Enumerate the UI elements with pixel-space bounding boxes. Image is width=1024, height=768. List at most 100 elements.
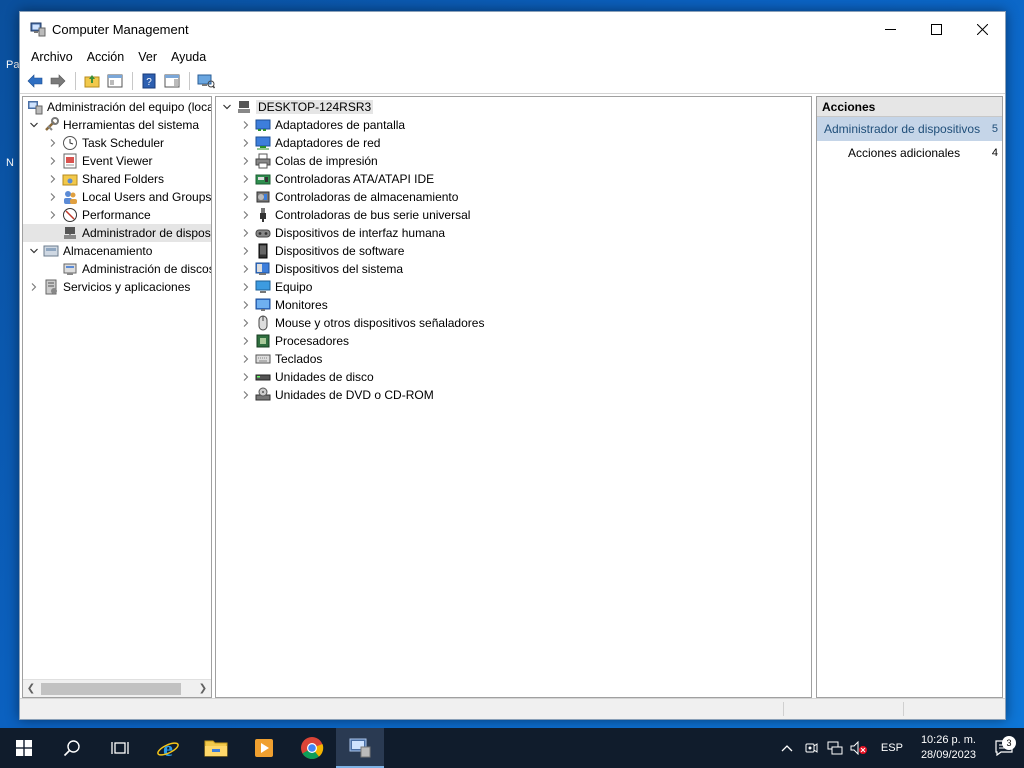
tree-item-services[interactable]: Servicios y aplicaciones bbox=[23, 278, 211, 296]
chevron-right-icon[interactable] bbox=[46, 136, 60, 150]
device-category[interactable]: Dispositivos de software bbox=[216, 242, 811, 260]
show-action-pane-button[interactable] bbox=[161, 70, 183, 92]
close-button[interactable] bbox=[959, 12, 1005, 46]
device-category[interactable]: Dispositivos del sistema bbox=[216, 260, 811, 278]
tree-item-shared-folders[interactable]: Shared Folders bbox=[23, 170, 211, 188]
maximize-button[interactable] bbox=[913, 12, 959, 46]
taskbar-internet-explorer[interactable]: e bbox=[144, 728, 192, 768]
chevron-right-icon[interactable] bbox=[239, 280, 253, 294]
device-category[interactable]: Controladoras de bus serie universal bbox=[216, 206, 811, 224]
chevron-right-icon[interactable] bbox=[46, 208, 60, 222]
device-category[interactable]: Controladoras ATA/ATAPI IDE bbox=[216, 170, 811, 188]
device-category-label: Mouse y otros dispositivos señaladores bbox=[275, 316, 485, 330]
device-category[interactable]: Adaptadores de pantalla bbox=[216, 116, 811, 134]
taskbar-file-explorer[interactable] bbox=[192, 728, 240, 768]
submenu-arrow-icon[interactable]: 4 bbox=[992, 147, 998, 159]
help-button[interactable]: ? bbox=[138, 70, 160, 92]
computer-management-icon bbox=[28, 101, 43, 115]
meet-now-icon[interactable] bbox=[799, 741, 823, 755]
chevron-down-icon[interactable] bbox=[220, 100, 234, 114]
chevron-right-icon[interactable] bbox=[27, 280, 41, 294]
chevron-right-icon[interactable] bbox=[239, 244, 253, 258]
chevron-right-icon[interactable] bbox=[239, 190, 253, 204]
scan-hardware-button[interactable] bbox=[195, 70, 217, 92]
language-indicator[interactable]: ESP bbox=[871, 742, 913, 754]
tree-item-device-manager[interactable]: Administrador de dispositivos bbox=[23, 224, 211, 242]
chevron-right-icon[interactable] bbox=[239, 118, 253, 132]
chevron-down-icon[interactable] bbox=[27, 118, 41, 132]
clock[interactable]: 10:26 p. m. 28/09/2023 bbox=[913, 733, 984, 763]
device-category[interactable]: Mouse y otros dispositivos señaladores bbox=[216, 314, 811, 332]
chevron-right-icon[interactable] bbox=[239, 370, 253, 384]
back-button[interactable] bbox=[24, 70, 46, 92]
device-category[interactable]: Dispositivos de interfaz humana bbox=[216, 224, 811, 242]
chrome-icon bbox=[301, 737, 324, 759]
search-button[interactable] bbox=[48, 728, 96, 768]
taskbar-chrome[interactable] bbox=[288, 728, 336, 768]
status-bar bbox=[20, 698, 1005, 719]
device-category[interactable]: Unidades de disco bbox=[216, 368, 811, 386]
volume-muted-icon[interactable] bbox=[847, 741, 871, 755]
device-category[interactable]: Monitores bbox=[216, 296, 811, 314]
expand-arrow-icon[interactable]: 5 bbox=[992, 123, 998, 135]
device-category[interactable]: Teclados bbox=[216, 350, 811, 368]
menu-ayuda[interactable]: Ayuda bbox=[164, 50, 213, 64]
menu-ver[interactable]: Ver bbox=[131, 50, 164, 64]
action-device-manager[interactable]: Administrador de dispositivos 5 bbox=[817, 117, 1002, 141]
chevron-right-icon[interactable] bbox=[46, 154, 60, 168]
taskbar-media-player[interactable] bbox=[240, 728, 288, 768]
minimize-button[interactable] bbox=[867, 12, 913, 46]
device-tree-root[interactable]: DESKTOP-124RSR3 bbox=[216, 98, 811, 116]
tree-item-storage[interactable]: Almacenamiento bbox=[23, 242, 211, 260]
chevron-right-icon[interactable] bbox=[239, 136, 253, 150]
chevron-up-icon[interactable] bbox=[775, 744, 799, 752]
computer-management-icon bbox=[349, 738, 371, 758]
chevron-right-icon[interactable] bbox=[46, 190, 60, 204]
chevron-down-icon[interactable] bbox=[27, 244, 41, 258]
chevron-right-icon[interactable] bbox=[239, 172, 253, 186]
show-hide-tree-button[interactable] bbox=[104, 70, 126, 92]
menu-archivo[interactable]: Archivo bbox=[24, 50, 80, 64]
chevron-right-icon[interactable] bbox=[46, 172, 60, 186]
device-category[interactable]: Adaptadores de red bbox=[216, 134, 811, 152]
chevron-right-icon[interactable] bbox=[239, 334, 253, 348]
task-view-button[interactable] bbox=[96, 728, 144, 768]
scroll-left-icon[interactable]: ❮ bbox=[23, 681, 39, 697]
taskbar-computer-management[interactable] bbox=[336, 728, 384, 768]
console-tree-pane: Administración del equipo (local) Herram… bbox=[22, 96, 212, 698]
chevron-right-icon[interactable] bbox=[239, 226, 253, 240]
chevron-right-icon[interactable] bbox=[239, 352, 253, 366]
usb-icon bbox=[260, 208, 266, 222]
horizontal-scrollbar[interactable]: ❮ ❯ bbox=[23, 679, 211, 697]
device-category-label: Adaptadores de pantalla bbox=[275, 118, 406, 132]
tree-item-root[interactable]: Administración del equipo (local) bbox=[23, 98, 211, 116]
device-category[interactable]: Colas de impresión bbox=[216, 152, 811, 170]
scrollbar-thumb[interactable] bbox=[41, 682, 193, 695]
chevron-right-icon[interactable] bbox=[239, 316, 253, 330]
chevron-right-icon[interactable] bbox=[239, 154, 253, 168]
forward-button[interactable] bbox=[47, 70, 69, 92]
tree-item-disk-management[interactable]: Administración de discos bbox=[23, 260, 211, 278]
device-category[interactable]: Equipo bbox=[216, 278, 811, 296]
scroll-right-icon[interactable]: ❯ bbox=[195, 681, 211, 697]
device-category[interactable]: Unidades de DVD o CD-ROM bbox=[216, 386, 811, 404]
tree-item-task-scheduler[interactable]: Task Scheduler bbox=[23, 134, 211, 152]
action-more-actions[interactable]: Acciones adicionales 4 bbox=[817, 141, 1002, 165]
tree-item-local-users[interactable]: Local Users and Groups bbox=[23, 188, 211, 206]
chevron-right-icon[interactable] bbox=[239, 208, 253, 222]
menu-accion[interactable]: Acción bbox=[80, 50, 132, 64]
chevron-right-icon[interactable] bbox=[239, 298, 253, 312]
computer-icon bbox=[255, 280, 271, 293]
start-button[interactable] bbox=[0, 728, 48, 768]
tree-item-event-viewer[interactable]: Event Viewer bbox=[23, 152, 211, 170]
title-bar[interactable]: Computer Management bbox=[20, 12, 1005, 46]
chevron-right-icon[interactable] bbox=[239, 388, 253, 402]
action-center-button[interactable]: 3 bbox=[984, 736, 1024, 756]
chevron-right-icon[interactable] bbox=[239, 262, 253, 276]
device-category[interactable]: Procesadores bbox=[216, 332, 811, 350]
tree-item-performance[interactable]: Performance bbox=[23, 206, 211, 224]
device-category[interactable]: Controladoras de almacenamiento bbox=[216, 188, 811, 206]
up-folder-button[interactable] bbox=[81, 70, 103, 92]
network-icon[interactable] bbox=[823, 741, 847, 755]
tree-item-system-tools[interactable]: Herramientas del sistema bbox=[23, 116, 211, 134]
